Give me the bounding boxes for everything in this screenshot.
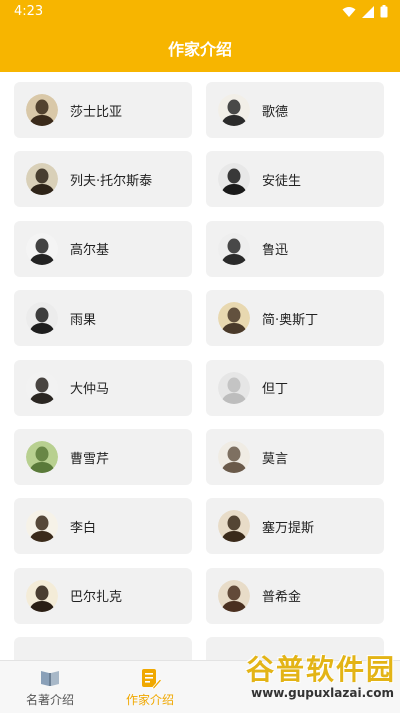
author-card[interactable]: 列夫·托尔斯泰 xyxy=(14,151,192,208)
author-name: 雨果 xyxy=(70,312,97,328)
tab-authors-label: 作家介绍 xyxy=(125,692,174,707)
author-name: 鲁迅 xyxy=(262,243,289,259)
author-card-partial[interactable] xyxy=(14,637,192,660)
cervantes-portrait-icon xyxy=(218,510,250,543)
author-name: 普希金 xyxy=(262,590,302,606)
author-card[interactable]: 歌德 xyxy=(206,82,384,138)
watermark-url: www.gupuxlazai.com xyxy=(251,686,394,700)
lu-xun-portrait-icon xyxy=(218,232,250,265)
author-card[interactable]: 但丁 xyxy=(206,359,384,416)
author-card[interactable]: 曹雪芹 xyxy=(14,429,192,485)
author-card[interactable]: 李白 xyxy=(14,498,192,555)
tolstoy-portrait-icon xyxy=(26,163,58,196)
author-name: 李白 xyxy=(70,520,97,536)
author-name: 莫言 xyxy=(262,451,289,467)
shakespeare-portrait-icon xyxy=(26,94,58,126)
battery-icon xyxy=(380,5,388,18)
dumas-portrait-icon xyxy=(26,371,58,404)
book-icon xyxy=(41,670,59,686)
author-card[interactable]: 大仲马 xyxy=(14,359,192,416)
author-name: 高尔基 xyxy=(70,243,110,259)
dante-portrait-icon xyxy=(218,371,250,404)
author-name: 简·奥斯丁 xyxy=(262,312,319,328)
app-bar: 作家介绍 xyxy=(0,24,400,72)
tab-masterpieces[interactable]: 名著介绍 xyxy=(0,661,100,713)
note-edit-icon xyxy=(142,668,161,689)
balzac-portrait-icon xyxy=(26,579,58,612)
goethe-portrait-icon xyxy=(218,94,250,126)
author-name: 列夫·托尔斯泰 xyxy=(70,173,153,189)
watermark: 谷普软件园 www.gupuxlazai.com xyxy=(220,648,398,710)
status-time: 4:23 xyxy=(14,4,44,19)
author-name: 塞万提斯 xyxy=(262,520,315,536)
tab-masterpieces-label: 名著介绍 xyxy=(25,692,74,707)
author-card[interactable]: 普希金 xyxy=(206,567,384,624)
author-card[interactable]: 莎士比亚 xyxy=(14,82,192,138)
author-name: 大仲马 xyxy=(70,382,110,398)
author-name: 巴尔扎克 xyxy=(70,590,123,606)
andersen-portrait-icon xyxy=(218,163,250,196)
status-bar: 4:23 xyxy=(0,0,400,24)
tab-authors[interactable]: 作家介绍 xyxy=(100,661,200,713)
author-card[interactable]: 塞万提斯 xyxy=(206,498,384,555)
author-card[interactable]: 巴尔扎克 xyxy=(14,567,192,624)
author-grid[interactable]: 莎士比亚 歌德列夫·托尔斯泰 安徒生高尔基 鲁迅雨果 简·奥斯丁大仲马 但丁曹雪芹 莫言李白… xyxy=(0,72,400,660)
author-card[interactable]: 高尔基 xyxy=(14,220,192,277)
status-icons xyxy=(342,5,388,18)
jane-austen-portrait-icon xyxy=(218,302,250,335)
author-name: 但丁 xyxy=(262,382,289,398)
author-card[interactable]: 简·奥斯丁 xyxy=(206,290,384,347)
author-name: 曹雪芹 xyxy=(70,451,110,467)
author-card[interactable]: 莫言 xyxy=(206,429,384,485)
author-name: 安徒生 xyxy=(262,173,302,189)
li-bai-portrait-icon xyxy=(26,510,58,543)
wifi-icon xyxy=(342,6,356,17)
cao-xueqin-portrait-icon xyxy=(26,441,58,473)
page-title: 作家介绍 xyxy=(167,40,232,59)
mo-yan-portrait-icon xyxy=(218,441,250,473)
author-card[interactable]: 鲁迅 xyxy=(206,220,384,277)
watermark-title: 谷普软件园 xyxy=(245,653,396,686)
author-name: 歌德 xyxy=(262,104,289,120)
author-card[interactable]: 雨果 xyxy=(14,290,192,347)
author-name: 莎士比亚 xyxy=(70,104,123,120)
hugo-portrait-icon xyxy=(26,302,58,335)
signal-icon xyxy=(362,5,374,18)
pushkin-portrait-icon xyxy=(218,579,250,612)
author-card[interactable]: 安徒生 xyxy=(206,151,384,208)
gorky-portrait-icon xyxy=(26,232,58,265)
